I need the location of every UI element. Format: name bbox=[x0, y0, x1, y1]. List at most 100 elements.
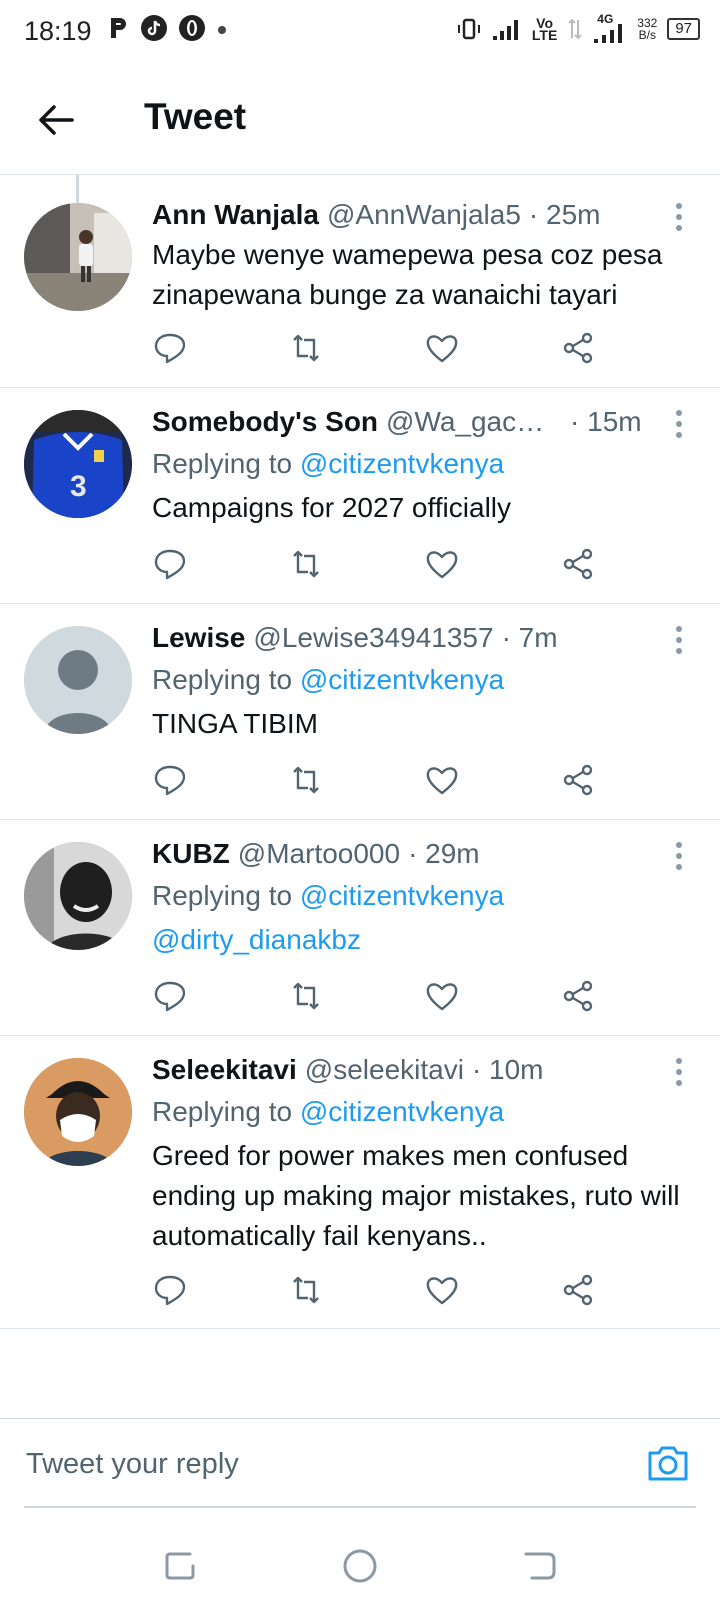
camera-icon[interactable] bbox=[646, 1443, 690, 1483]
tweet-item[interactable]: KUBZ @Martoo000 · 29m Replying to @citiz… bbox=[0, 820, 720, 1036]
reply-icon[interactable] bbox=[152, 546, 188, 582]
share-icon[interactable] bbox=[560, 546, 596, 582]
replying-to-label: Replying to bbox=[152, 664, 300, 695]
author-name[interactable]: Somebody's Son bbox=[152, 406, 378, 438]
tweet-text: TINGA TIBIM bbox=[152, 708, 318, 739]
tweet-actions bbox=[152, 330, 612, 370]
replying-to: Replying to @citizentvkenya bbox=[152, 448, 504, 480]
retweet-icon[interactable] bbox=[288, 1272, 324, 1308]
replying-to-mention[interactable]: @citizentvkenya bbox=[300, 448, 504, 479]
author-handle[interactable]: @seleekitavi bbox=[305, 1054, 464, 1086]
tweet-actions bbox=[152, 762, 612, 802]
signal-icon bbox=[492, 20, 518, 40]
more-vertical-icon[interactable] bbox=[676, 1058, 682, 1091]
dot-icon bbox=[218, 26, 226, 34]
tweet-actions bbox=[152, 1272, 612, 1312]
reply-input[interactable] bbox=[24, 1419, 588, 1509]
reply-icon[interactable] bbox=[152, 762, 188, 798]
status-bar: 18:19 Vo LTE 4G 332 B/s 97 bbox=[0, 0, 720, 66]
retweet-icon[interactable] bbox=[288, 978, 324, 1014]
tweet-item[interactable]: Seleekitavi @seleekitavi · 10m Replying … bbox=[0, 1036, 720, 1329]
more-vertical-icon[interactable] bbox=[676, 626, 682, 659]
heart-icon[interactable] bbox=[424, 330, 460, 366]
tweet-header: KUBZ @Martoo000 · 29m bbox=[152, 838, 680, 870]
tweet-text: Campaigns for 2027 officially bbox=[152, 492, 512, 523]
heart-icon[interactable] bbox=[424, 762, 460, 798]
avatar[interactable] bbox=[24, 1058, 132, 1166]
notification-icons bbox=[108, 14, 228, 42]
tweet-item[interactable]: 3 Somebody's Son @Wa_gaca... · 15m Reply… bbox=[0, 388, 720, 604]
status-time: 18:19 bbox=[24, 16, 92, 46]
author-handle[interactable]: @Wa_gaca... bbox=[386, 406, 554, 438]
system-nav-bar bbox=[0, 1516, 720, 1612]
arrow-left-icon[interactable] bbox=[34, 98, 78, 142]
avatar[interactable] bbox=[24, 842, 132, 950]
data-arrows-icon bbox=[568, 18, 582, 40]
recents-icon[interactable] bbox=[160, 1546, 200, 1586]
replying-to-mention[interactable]: @citizentvkenya bbox=[300, 1096, 504, 1127]
more-vertical-icon[interactable] bbox=[676, 410, 682, 443]
author-name[interactable]: KUBZ bbox=[152, 838, 230, 870]
replying-to: Replying to @citizentvkenya bbox=[152, 1096, 504, 1128]
reply-divider bbox=[24, 1506, 696, 1508]
tweet-text-mention[interactable]: @dirty_dianakbz bbox=[152, 920, 690, 960]
tweet-header: Somebody's Son @Wa_gaca... · 15m bbox=[152, 406, 680, 438]
share-icon[interactable] bbox=[560, 330, 596, 366]
replying-to-mention[interactable]: @citizentvkenya bbox=[300, 664, 504, 695]
signal-4g-icon bbox=[594, 24, 623, 43]
author-name[interactable]: Lewise bbox=[152, 622, 245, 654]
reply-icon[interactable] bbox=[152, 978, 188, 1014]
reply-icon[interactable] bbox=[152, 1272, 188, 1308]
home-icon[interactable] bbox=[340, 1546, 380, 1586]
top-app-bar: Tweet bbox=[0, 66, 720, 175]
avatar[interactable]: 3 bbox=[24, 410, 132, 518]
tweet-time: · 25m bbox=[528, 199, 601, 230]
tweet-time: · 10m bbox=[471, 1054, 544, 1085]
author-name[interactable]: Ann Wanjala bbox=[152, 199, 319, 231]
author-name[interactable]: Seleekitavi bbox=[152, 1054, 297, 1086]
tweet-header: Ann Wanjala @AnnWanjala5 · 25m bbox=[152, 199, 680, 231]
default-profile-icon bbox=[24, 626, 132, 734]
author-handle[interactable]: @Martoo000 bbox=[238, 838, 400, 870]
tweet-time: · 7m bbox=[501, 622, 558, 653]
heart-icon[interactable] bbox=[424, 1272, 460, 1308]
svg-text:3: 3 bbox=[70, 470, 87, 503]
share-icon[interactable] bbox=[560, 978, 596, 1014]
replying-to: Replying to @citizentvkenya bbox=[152, 880, 504, 912]
tweet-actions bbox=[152, 546, 612, 586]
retweet-icon[interactable] bbox=[288, 330, 324, 366]
share-icon[interactable] bbox=[560, 762, 596, 798]
tweet-text: Maybe wenye wamepewa pesa coz pesa zinap… bbox=[152, 239, 663, 310]
more-vertical-icon[interactable] bbox=[676, 842, 682, 875]
avatar-photo bbox=[24, 203, 132, 311]
heart-icon[interactable] bbox=[424, 978, 460, 1014]
more-vertical-icon[interactable] bbox=[676, 203, 682, 236]
replying-to-label: Replying to bbox=[152, 880, 300, 911]
tweet-item[interactable]: Ann Wanjala @AnnWanjala5 · 25m Maybe wen… bbox=[0, 175, 720, 388]
tiktok-icon bbox=[141, 15, 167, 41]
network-speed: 332 B/s bbox=[637, 16, 658, 42]
avatar[interactable] bbox=[24, 626, 132, 734]
reply-composer bbox=[0, 1418, 720, 1509]
share-icon[interactable] bbox=[560, 1272, 596, 1308]
tweet-header: Seleekitavi @seleekitavi · 10m bbox=[152, 1054, 680, 1086]
retweet-icon[interactable] bbox=[288, 762, 324, 798]
reply-icon[interactable] bbox=[152, 330, 188, 366]
tweet-header: Lewise @Lewise34941357 · 7m bbox=[152, 622, 680, 654]
back-nav-icon[interactable] bbox=[520, 1546, 560, 1586]
opera-icon bbox=[179, 15, 205, 41]
avatar-photo bbox=[24, 1058, 132, 1166]
replying-to: Replying to @citizentvkenya bbox=[152, 664, 504, 696]
retweet-icon[interactable] bbox=[288, 546, 324, 582]
tweet-time: · 29m bbox=[408, 838, 480, 869]
p-app-icon bbox=[111, 18, 126, 38]
author-handle[interactable]: @AnnWanjala5 bbox=[327, 199, 521, 231]
tweet-actions bbox=[152, 978, 612, 1018]
tweet-item[interactable]: Lewise @Lewise34941357 · 7m Replying to … bbox=[0, 604, 720, 820]
heart-icon[interactable] bbox=[424, 546, 460, 582]
replying-to-mention[interactable]: @citizentvkenya bbox=[300, 880, 504, 911]
volte-indicator: Vo LTE bbox=[531, 15, 558, 43]
avatar[interactable] bbox=[24, 203, 132, 311]
avatar-photo bbox=[24, 842, 132, 950]
author-handle[interactable]: @Lewise34941357 bbox=[253, 622, 493, 654]
